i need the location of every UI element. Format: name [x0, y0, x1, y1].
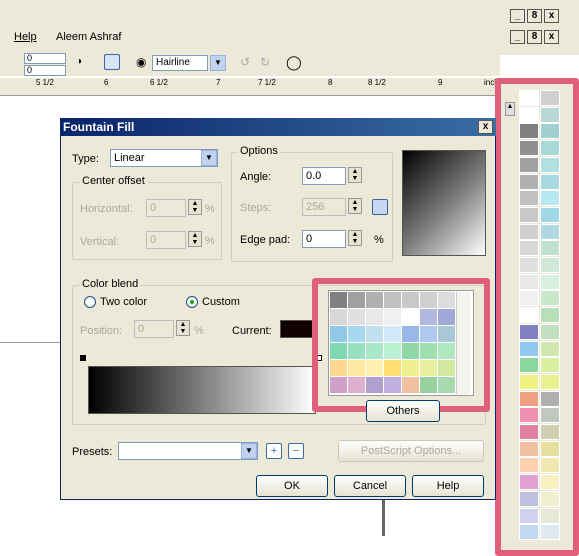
ruler-tick: 8 1/2 [368, 78, 386, 87]
ruler-tick: 6 [104, 78, 109, 87]
doc-restore-button[interactable]: 8 [527, 30, 542, 44]
angle-label: Angle: [240, 171, 272, 183]
blend-gradient-bar[interactable] [88, 366, 316, 414]
presets-label: Presets: [72, 446, 113, 458]
options-legend: Options [238, 145, 280, 157]
ruler-tick: 7 1/2 [258, 78, 276, 87]
type-label: Type: [72, 153, 99, 165]
center-offset-legend: Center offset [80, 175, 147, 187]
type-dropdown-arrow[interactable]: ▼ [201, 150, 217, 166]
two-color-label[interactable]: Two color [100, 296, 147, 308]
percent-unit: % [194, 325, 204, 337]
outline-pen-icon[interactable]: ◉ [136, 55, 152, 71]
vertical-input[interactable]: 0 [146, 231, 186, 249]
outline-width-select[interactable]: Hairline [152, 55, 208, 71]
outline-width-dropdown-arrow[interactable]: ▼ [210, 55, 226, 71]
menu-user[interactable]: Aleem Ashraf [56, 31, 121, 43]
add-preset-icon[interactable]: + [266, 443, 282, 459]
edge-pad-spinner[interactable]: ▲ ▼ [348, 230, 362, 246]
restore-button[interactable]: 8 [527, 9, 542, 23]
edge-pad-label: Edge pad: [240, 234, 291, 246]
position-spinner[interactable]: ▲ ▼ [176, 320, 190, 336]
percent-unit: % [205, 203, 215, 215]
ruler-tick: 5 1/2 [36, 78, 54, 87]
angle-input[interactable]: 0.0 [302, 167, 346, 185]
current-color-swatch[interactable] [280, 320, 316, 338]
horizontal-label: Horizontal: [80, 203, 133, 215]
scroll-up-icon[interactable]: ▲ [505, 102, 515, 116]
cancel-button[interactable]: Cancel [334, 475, 406, 497]
steps-label: Steps: [240, 202, 272, 214]
presets-dropdown-arrow[interactable]: ▼ [241, 443, 257, 459]
percent-unit: % [374, 234, 384, 246]
palette-highlight [495, 78, 579, 556]
app-frame [0, 0, 579, 55]
minimize-button[interactable]: _ [510, 9, 525, 23]
two-color-radio[interactable] [84, 296, 96, 308]
presets-input[interactable] [118, 442, 258, 460]
close-button[interactable]: x [544, 9, 559, 23]
vertical-label: Vertical: [80, 236, 120, 248]
x-position-input[interactable]: 0 [24, 53, 66, 64]
steps-spinner[interactable]: ▲ ▼ [348, 198, 362, 214]
ruler-tick: 8 [328, 78, 333, 87]
blend-marker-start[interactable] [80, 355, 86, 361]
steps-lock-icon[interactable] [372, 199, 388, 215]
custom-label[interactable]: Custom [202, 296, 240, 308]
steps-input[interactable]: 256 [302, 198, 346, 216]
remove-preset-icon[interactable]: − [288, 443, 304, 459]
horizontal-ruler [0, 78, 500, 96]
page-guide-line [0, 342, 60, 343]
y-position-input[interactable]: 0 [24, 65, 66, 76]
lock-icon[interactable]: ◑ [76, 56, 92, 72]
horizontal-input[interactable]: 0 [146, 199, 186, 217]
menu-help[interactable]: Help [14, 31, 37, 43]
dialog-close-button[interactable]: x [478, 120, 493, 134]
position-input[interactable]: 0 [134, 320, 174, 338]
rotate-left-icon[interactable]: ↺ [240, 55, 256, 71]
percent-unit: % [205, 235, 215, 247]
color-blend-legend: Color blend [80, 278, 141, 290]
convert-icon[interactable]: ◯ [286, 54, 302, 70]
rotate-right-icon[interactable]: ↻ [260, 55, 276, 71]
angle-spinner[interactable]: ▲ ▼ [348, 167, 362, 183]
custom-radio[interactable] [186, 296, 198, 308]
fill-preview[interactable] [402, 150, 486, 256]
doc-minimize-button[interactable]: _ [510, 30, 525, 44]
edge-pad-input[interactable]: 0 [302, 230, 346, 248]
ruler-tick: 9 [438, 78, 443, 87]
help-button[interactable]: Help [412, 475, 484, 497]
palette-highlight [312, 278, 490, 412]
ruler-tick: 6 1/2 [150, 78, 168, 87]
postscript-options-button[interactable]: PostScript Options... [338, 440, 484, 462]
page-border-line [382, 500, 385, 536]
vertical-spinner[interactable]: ▲ ▼ [188, 231, 202, 247]
position-label: Position: [80, 325, 123, 337]
doc-close-button[interactable]: x [544, 30, 559, 44]
ruler-tick: 7 [216, 78, 221, 87]
ok-button[interactable]: OK [256, 475, 328, 497]
wrap-text-icon[interactable] [104, 54, 120, 70]
dialog-title: Fountain Fill [60, 118, 496, 136]
others-button[interactable]: Others [366, 400, 440, 422]
current-label: Current: [232, 325, 272, 337]
horizontal-spinner[interactable]: ▲ ▼ [188, 199, 202, 215]
